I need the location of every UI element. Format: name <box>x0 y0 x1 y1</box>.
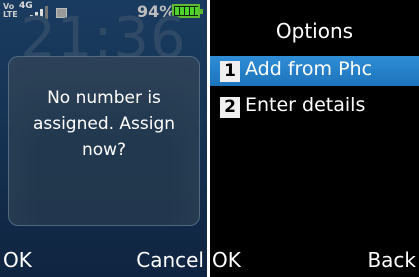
option-label: Enter details <box>245 94 366 116</box>
options-title: Options <box>275 19 354 43</box>
assign-number-dialog[interactable]: No number is assigned. Assign now? <box>8 56 200 226</box>
option-add-from-phonebook[interactable]: 1 Add from Phc <box>210 56 419 86</box>
ok-softkey[interactable]: OK <box>212 248 241 272</box>
lock-screen-panel: Vo LTE 4G 94% 21:36 No number is assigned… <box>0 0 207 277</box>
option-number-badge: 1 <box>220 61 240 82</box>
dialog-message: No number is assigned. Assign now? <box>32 88 176 160</box>
option-number-badge: 2 <box>220 97 240 118</box>
options-menu-panel: Options 1 Add from Phc 2 Enter details O… <box>210 0 419 277</box>
option-label: Add from Phc <box>245 58 373 80</box>
option-enter-details[interactable]: 2 Enter details <box>210 92 419 122</box>
ok-softkey[interactable]: OK <box>3 248 32 272</box>
back-softkey[interactable]: Back <box>367 248 416 272</box>
cancel-softkey[interactable]: Cancel <box>136 248 204 272</box>
